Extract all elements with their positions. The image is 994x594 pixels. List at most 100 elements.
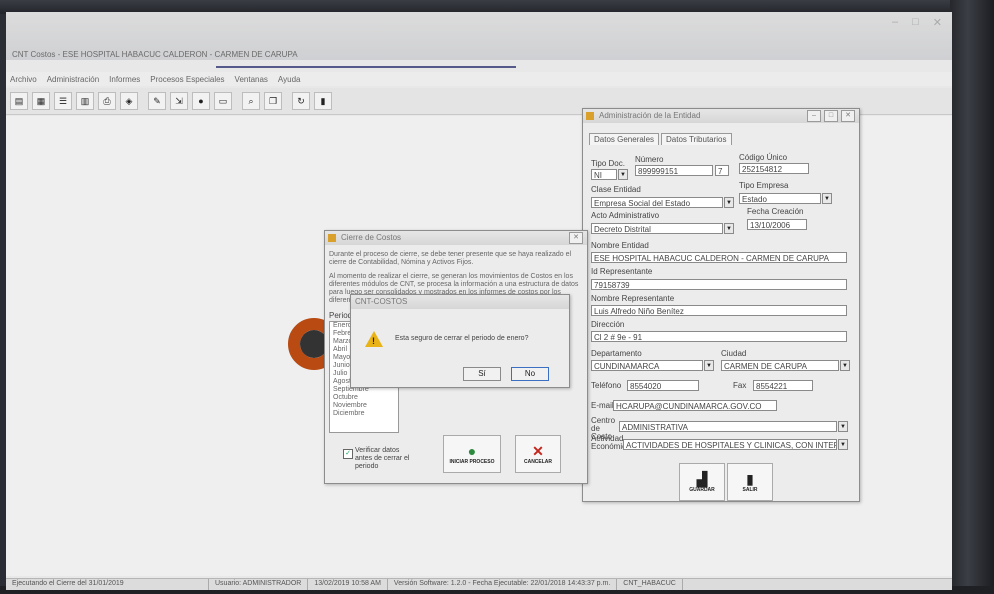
- progress-accent-bar: [216, 66, 516, 68]
- acto-administrativo-select[interactable]: Decreto Distrital: [591, 223, 723, 234]
- telefono-label: Teléfono: [591, 381, 622, 390]
- no-button[interactable]: No: [511, 367, 549, 381]
- salir-label: SALIR: [742, 487, 758, 493]
- tab-datos-generales[interactable]: Datos Generales: [589, 133, 660, 145]
- ciudad-dropdown-icon[interactable]: ▼: [840, 360, 850, 371]
- cierre-intro-text: Durante el proceso de cierre, se debe te…: [329, 251, 572, 266]
- verificar-checkbox[interactable]: ✓: [343, 449, 353, 459]
- departamento-label: Departamento: [591, 349, 642, 358]
- tipo-empresa-select[interactable]: Estado: [739, 193, 821, 204]
- entity-tabs: Datos Generales Datos Tributarios: [589, 133, 734, 145]
- iniciar-proceso-button[interactable]: ● INICIAR PROCESO: [443, 435, 501, 473]
- menu-ventanas[interactable]: Ventanas: [235, 75, 268, 84]
- list-icon[interactable]: ☰: [54, 92, 72, 110]
- monitor-bezel-right: [950, 0, 994, 594]
- numero-label: Número: [635, 155, 664, 164]
- cierre-title: Cierre de Costos: [341, 233, 402, 242]
- confirm-titlebar: CNT-COSTOS: [351, 295, 569, 309]
- status-user: Usuario: ADMINISTRADOR: [209, 579, 309, 590]
- direccion-label: Dirección: [591, 320, 625, 329]
- nombre-entidad-label: Nombre Entidad: [591, 241, 649, 250]
- month-item[interactable]: Diciembre: [330, 410, 398, 418]
- tipo-doc-select[interactable]: NI: [591, 169, 617, 180]
- notes-icon[interactable]: ▭: [214, 92, 232, 110]
- direccion-field[interactable]: Cl 2 # 9e - 91: [591, 331, 847, 342]
- telefono-field[interactable]: 8554020: [627, 380, 699, 391]
- save-icon: ▟: [696, 471, 708, 487]
- cancelar-button[interactable]: ✕ CANCELAR: [515, 435, 561, 473]
- month-item[interactable]: Noviembre: [330, 402, 398, 410]
- window-icon: [328, 234, 336, 242]
- entity-close-button[interactable]: ✕: [841, 110, 855, 122]
- tab-datos-tributarios[interactable]: Datos Tributarios: [661, 133, 732, 145]
- centro-costo-select[interactable]: ADMINISTRATIVA: [619, 421, 837, 432]
- salir-button[interactable]: ▮ SALIR: [727, 463, 773, 501]
- close-button[interactable]: ✕: [933, 16, 942, 29]
- export-icon[interactable]: ⇲: [170, 92, 188, 110]
- cancel-x-icon: ✕: [532, 443, 544, 459]
- copy-icon[interactable]: ❐: [264, 92, 282, 110]
- traffic-light-icon[interactable]: ●: [192, 92, 210, 110]
- clase-entidad-select[interactable]: Empresa Social del Estado: [591, 197, 723, 208]
- clase-entidad-label: Clase Entidad: [591, 185, 641, 194]
- actividad-select[interactable]: ACTIVIDADES DE HOSPITALES Y CLINICAS, CO…: [623, 439, 837, 450]
- ciudad-label: Ciudad: [721, 349, 747, 358]
- nombre-representante-field[interactable]: Luis Alfredo Niño Benítez: [591, 305, 847, 316]
- app-title: CNT Costos - ESE HOSPITAL HABACUC CALDER…: [12, 50, 298, 59]
- grid-icon[interactable]: ▦: [32, 92, 50, 110]
- menu-informes[interactable]: Informes: [109, 75, 140, 84]
- entity-maximize-button[interactable]: □: [824, 110, 838, 122]
- menu-administracion[interactable]: Administración: [47, 75, 99, 84]
- departamento-dropdown-icon[interactable]: ▼: [704, 360, 714, 371]
- status-datetime: 13/02/2019 10:58 AM: [308, 579, 388, 590]
- status-db: CNT_HABACUC: [617, 579, 683, 590]
- tools-icon[interactable]: ✎: [148, 92, 166, 110]
- tipo-doc-dropdown-icon[interactable]: ▼: [618, 169, 628, 180]
- acto-dropdown-icon[interactable]: ▼: [724, 223, 734, 234]
- month-item[interactable]: Octubre: [330, 394, 398, 402]
- centro-costo-dropdown-icon[interactable]: ▼: [838, 421, 848, 432]
- maximize-button[interactable]: □: [912, 16, 919, 29]
- door-exit-icon: ▮: [746, 471, 754, 487]
- ciudad-select[interactable]: CARMEN DE CARUPA: [721, 360, 839, 371]
- report-icon[interactable]: ▥: [76, 92, 94, 110]
- door-exit-icon[interactable]: ▮: [314, 92, 332, 110]
- codigo-unico-field[interactable]: 252154812: [739, 163, 809, 174]
- fax-field[interactable]: 8554221: [753, 380, 813, 391]
- status-bar: Ejecutando el Cierre del 31/01/2019 Usua…: [6, 578, 952, 590]
- window-controls: – □ ✕: [892, 16, 942, 29]
- fecha-creacion-field[interactable]: 13/10/2006: [747, 219, 807, 230]
- minimize-button[interactable]: –: [892, 16, 898, 29]
- gift-icon[interactable]: ◈: [120, 92, 138, 110]
- guardar-label: GUARDAR: [689, 487, 715, 493]
- numero-field[interactable]: 899999151: [635, 165, 713, 176]
- id-representante-field[interactable]: 79158739: [591, 279, 847, 290]
- id-representante-label: Id Representante: [591, 267, 653, 276]
- print-icon[interactable]: ⎙: [98, 92, 116, 110]
- window-icon: [586, 112, 594, 120]
- refresh-icon[interactable]: ↻: [292, 92, 310, 110]
- menu-archivo[interactable]: Archivo: [10, 75, 37, 84]
- actividad-dropdown-icon[interactable]: ▼: [838, 439, 848, 450]
- cierre-close-button[interactable]: ✕: [569, 232, 583, 244]
- guardar-button[interactable]: ▟ GUARDAR: [679, 463, 725, 501]
- tipo-empresa-label: Tipo Empresa: [739, 181, 789, 190]
- menu-bar: Archivo Administración Informes Procesos…: [6, 72, 952, 86]
- entity-minimize-button[interactable]: –: [807, 110, 821, 122]
- folder-icon[interactable]: ▤: [10, 92, 28, 110]
- departamento-select[interactable]: CUNDINAMARCA: [591, 360, 703, 371]
- fecha-creacion-label: Fecha Creación: [747, 207, 804, 216]
- menu-ayuda[interactable]: Ayuda: [278, 75, 301, 84]
- search-icon[interactable]: ⌕: [242, 92, 260, 110]
- menu-procesos-especiales[interactable]: Procesos Especiales: [150, 75, 224, 84]
- entity-form-titlebar: Administración de la Entidad – □ ✕: [583, 109, 859, 123]
- email-field[interactable]: HCARUPA@CUNDINAMARCA.GOV.CO: [613, 400, 777, 411]
- status-process: Ejecutando el Cierre del 31/01/2019: [6, 579, 209, 590]
- nombre-entidad-field[interactable]: ESE HOSPITAL HABACUC CALDERON - CARMEN D…: [591, 252, 847, 263]
- iniciar-proceso-label: INICIAR PROCESO: [449, 459, 495, 465]
- tipo-empresa-dropdown-icon[interactable]: ▼: [822, 193, 832, 204]
- entity-form-title: Administración de la Entidad: [599, 111, 701, 120]
- yes-button[interactable]: Sí: [463, 367, 501, 381]
- numero-dv-field[interactable]: 7: [715, 165, 729, 176]
- clase-entidad-dropdown-icon[interactable]: ▼: [724, 197, 734, 208]
